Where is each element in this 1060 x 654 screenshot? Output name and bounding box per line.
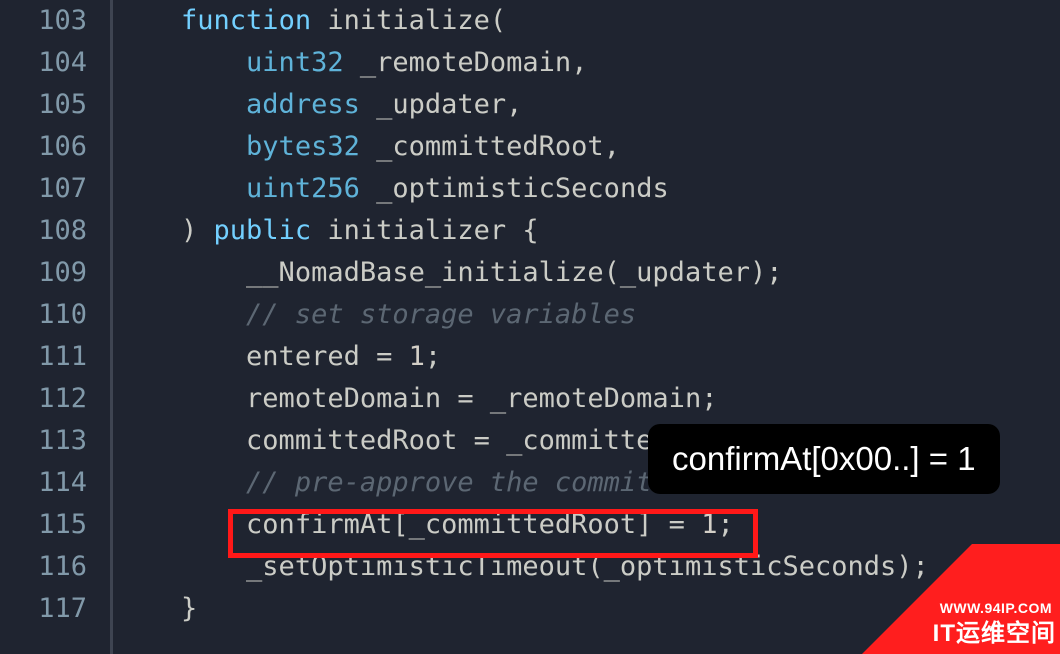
comment-set-storage: // set storage variables: [246, 299, 636, 330]
function-name: initialize: [327, 5, 490, 36]
literal-one: 1: [701, 509, 717, 540]
indent: [116, 131, 246, 162]
type-bytes32: bytes32: [246, 131, 360, 162]
line-number: 116: [0, 546, 97, 588]
call-nomadbase-initialize: __NomadBase_initialize(_updater);: [246, 257, 782, 288]
assign-entered: entered =: [246, 341, 409, 372]
line-number: 112: [0, 378, 97, 420]
param-remote-domain: _remoteDomain: [360, 47, 571, 78]
code-line-112: remoteDomain = _remoteDomain;: [116, 378, 1060, 420]
indent: [116, 215, 181, 246]
paren-open: (: [490, 5, 506, 36]
indent: [116, 47, 246, 78]
modifier-initializer: initializer {: [327, 215, 538, 246]
line-number: 109: [0, 252, 97, 294]
annotation-tooltip: confirmAt[0x00..] = 1: [648, 424, 1000, 494]
type-uint32: uint32: [246, 47, 344, 78]
code-line-104: uint32 _remoteDomain,: [116, 42, 1060, 84]
line-number: 110: [0, 294, 97, 336]
indent: [116, 89, 246, 120]
indent: [116, 593, 181, 624]
call-set-optimistic-timeout: _setOptimisticTimeout(_optimisticSeconds…: [246, 551, 929, 582]
line-number: 105: [0, 84, 97, 126]
line-number: 106: [0, 126, 97, 168]
indent: [116, 383, 246, 414]
type-uint256: uint256: [246, 173, 360, 204]
gutter-border: [110, 0, 113, 654]
indent: [116, 509, 246, 540]
indent: [116, 5, 181, 36]
line-number: 113: [0, 420, 97, 462]
indent: [116, 341, 246, 372]
line-number: 114: [0, 462, 97, 504]
semicolon: ;: [717, 509, 733, 540]
paren-close: ): [181, 215, 214, 246]
indent: [116, 173, 246, 204]
line-number: 108: [0, 210, 97, 252]
param-committed-root: _committedRoot: [376, 131, 604, 162]
param-updater: _updater: [376, 89, 506, 120]
assign-confirm-at: confirmAt[_committedRoot] =: [246, 509, 701, 540]
indent: [116, 467, 246, 498]
code-line-115: confirmAt[_committedRoot] = 1;: [116, 504, 1060, 546]
code-line-106: bytes32 _committedRoot,: [116, 126, 1060, 168]
space: [311, 5, 327, 36]
line-number: 111: [0, 336, 97, 378]
code-area: function initialize( uint32 _remoteDomai…: [116, 0, 1060, 630]
line-number: 117: [0, 588, 97, 630]
space: [360, 173, 376, 204]
keyword-public: public: [214, 215, 312, 246]
keyword-function: function: [181, 5, 311, 36]
literal-one: 1: [409, 341, 425, 372]
code-line-117: }: [116, 588, 1060, 630]
code-line-111: entered = 1;: [116, 336, 1060, 378]
code-line-107: uint256 _optimisticSeconds: [116, 168, 1060, 210]
semicolon: ;: [425, 341, 441, 372]
line-number: 115: [0, 504, 97, 546]
space: [360, 131, 376, 162]
comma: ,: [506, 89, 522, 120]
line-number: 107: [0, 168, 97, 210]
brace-close: }: [181, 593, 197, 624]
param-optimistic-seconds: _optimisticSeconds: [376, 173, 669, 204]
code-line-103: function initialize(: [116, 0, 1060, 42]
indent: [116, 425, 246, 456]
comma: ,: [604, 131, 620, 162]
line-number-gutter: 103 104 105 106 107 108 109 110 111 112 …: [0, 0, 97, 654]
code-line-116: _setOptimisticTimeout(_optimisticSeconds…: [116, 546, 1060, 588]
type-address: address: [246, 89, 360, 120]
assign-remote-domain: remoteDomain = _remoteDomain;: [246, 383, 717, 414]
code-line-105: address _updater,: [116, 84, 1060, 126]
indent: [116, 299, 246, 330]
line-number: 104: [0, 42, 97, 84]
space: [311, 215, 327, 246]
indent: [116, 257, 246, 288]
space: [360, 89, 376, 120]
line-number: 103: [0, 0, 97, 42]
comma: ,: [571, 47, 587, 78]
space: [344, 47, 360, 78]
code-line-109: __NomadBase_initialize(_updater);: [116, 252, 1060, 294]
indent: [116, 551, 246, 582]
code-line-108: ) public initializer {: [116, 210, 1060, 252]
code-line-110: // set storage variables: [116, 294, 1060, 336]
